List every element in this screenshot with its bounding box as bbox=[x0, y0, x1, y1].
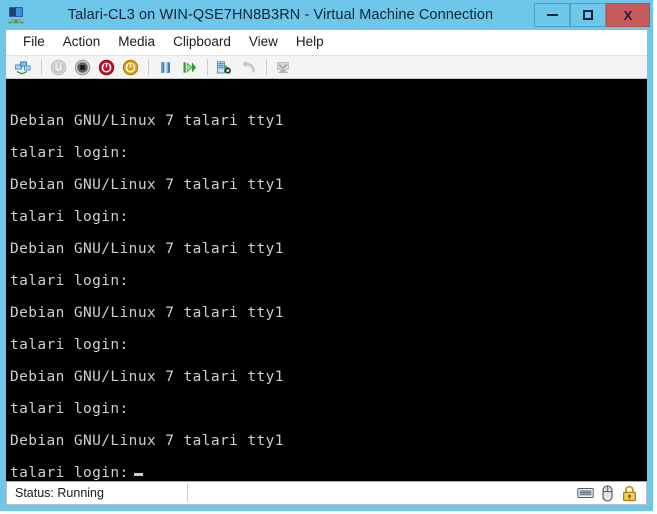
toolbar-separator bbox=[148, 59, 149, 75]
toolbar-separator bbox=[207, 59, 208, 75]
pause-icon bbox=[160, 61, 170, 73]
menu-item-view[interactable]: View bbox=[240, 32, 287, 52]
window-client-area: File Action Media Clipboard View Help De… bbox=[6, 30, 647, 505]
terminal-line: Debian GNU/Linux 7 talari tty1 bbox=[10, 305, 284, 321]
menu-item-media[interactable]: Media bbox=[109, 32, 164, 52]
terminal-line: Debian GNU/Linux 7 talari tty1 bbox=[10, 113, 284, 129]
pause-button[interactable] bbox=[154, 57, 176, 77]
terminal-prompt-text: talari login: bbox=[10, 465, 129, 481]
status-label: Status: Running bbox=[15, 486, 104, 500]
terminal-line: Debian GNU/Linux 7 talari tty1 bbox=[10, 369, 284, 385]
minimize-button[interactable] bbox=[534, 3, 570, 27]
menu-item-clipboard[interactable]: Clipboard bbox=[164, 32, 240, 52]
status-bar: Status: Running bbox=[6, 481, 647, 505]
close-button[interactable]: X bbox=[606, 3, 650, 27]
desktop-background: Talari-CL3 on WIN-QSE7HN8B3RN - Virtual … bbox=[0, 0, 657, 514]
reset-button[interactable] bbox=[178, 57, 200, 77]
vm-connection-window: Talari-CL3 on WIN-QSE7HN8B3RN - Virtual … bbox=[0, 0, 653, 511]
save-button[interactable] bbox=[119, 57, 141, 77]
toolbar bbox=[6, 55, 647, 79]
shut-down-button[interactable] bbox=[95, 57, 117, 77]
menu-item-file[interactable]: File bbox=[14, 32, 54, 52]
enhanced-session-icon bbox=[277, 61, 289, 73]
save-icon bbox=[122, 59, 138, 75]
terminal-line: talari login: bbox=[10, 273, 129, 289]
terminal-line: Debian GNU/Linux 7 talari tty1 bbox=[10, 433, 284, 449]
turn-off-icon bbox=[74, 59, 90, 75]
status-icon-group bbox=[577, 484, 646, 502]
turn-off-button[interactable] bbox=[71, 57, 93, 77]
toolbar-separator bbox=[41, 59, 42, 75]
lock-icon-button[interactable] bbox=[621, 484, 638, 502]
menu-item-help[interactable]: Help bbox=[287, 32, 333, 52]
menu-item-action[interactable]: Action bbox=[54, 32, 110, 52]
terminal-line: talari login: bbox=[10, 145, 129, 161]
terminal-line: talari login: bbox=[10, 209, 129, 225]
snapshot-icon bbox=[217, 60, 231, 74]
minimize-icon bbox=[546, 14, 558, 16]
shut-down-icon bbox=[98, 59, 114, 75]
vm-screen[interactable]: Debian GNU/Linux 7 talari tty1 talari lo… bbox=[6, 79, 647, 481]
snapshot-button[interactable] bbox=[213, 57, 235, 77]
virtual-machine-icon bbox=[5, 4, 27, 26]
terminal-line: Debian GNU/Linux 7 talari tty1 bbox=[10, 177, 284, 193]
terminal-output[interactable]: Debian GNU/Linux 7 talari tty1 talari lo… bbox=[6, 79, 647, 481]
mouse-icon-button[interactable] bbox=[599, 484, 616, 502]
keyboard-icon-button[interactable] bbox=[577, 484, 594, 502]
window-bottom-border bbox=[0, 505, 653, 511]
toolbar-separator bbox=[266, 59, 267, 75]
menu-bar: File Action Media Clipboard View Help bbox=[6, 30, 647, 55]
ctrl-alt-delete-button[interactable] bbox=[12, 57, 34, 77]
terminal-line: talari login: bbox=[10, 401, 129, 417]
start-button[interactable] bbox=[47, 57, 69, 77]
maximize-icon bbox=[583, 10, 593, 20]
window-controls: X bbox=[534, 0, 653, 30]
keyboard-icon bbox=[577, 488, 594, 498]
enhanced-session-button[interactable] bbox=[272, 57, 294, 77]
terminal-prompt-line: talari login: bbox=[10, 457, 647, 481]
terminal-line: talari login: bbox=[10, 337, 129, 353]
status-separator bbox=[187, 484, 188, 502]
terminal-cursor bbox=[133, 473, 143, 476]
terminal-line: Debian GNU/Linux 7 talari tty1 bbox=[10, 241, 284, 257]
mouse-icon bbox=[602, 484, 613, 502]
title-bar[interactable]: Talari-CL3 on WIN-QSE7HN8B3RN - Virtual … bbox=[0, 0, 653, 30]
window-title: Talari-CL3 on WIN-QSE7HN8B3RN - Virtual … bbox=[67, 7, 494, 23]
reset-icon bbox=[183, 61, 196, 73]
ctrl-alt-delete-icon bbox=[15, 61, 31, 75]
start-icon bbox=[50, 59, 66, 75]
lock-icon bbox=[623, 485, 636, 501]
revert-button[interactable] bbox=[237, 57, 259, 77]
maximize-button[interactable] bbox=[570, 3, 606, 27]
revert-icon bbox=[241, 60, 255, 73]
